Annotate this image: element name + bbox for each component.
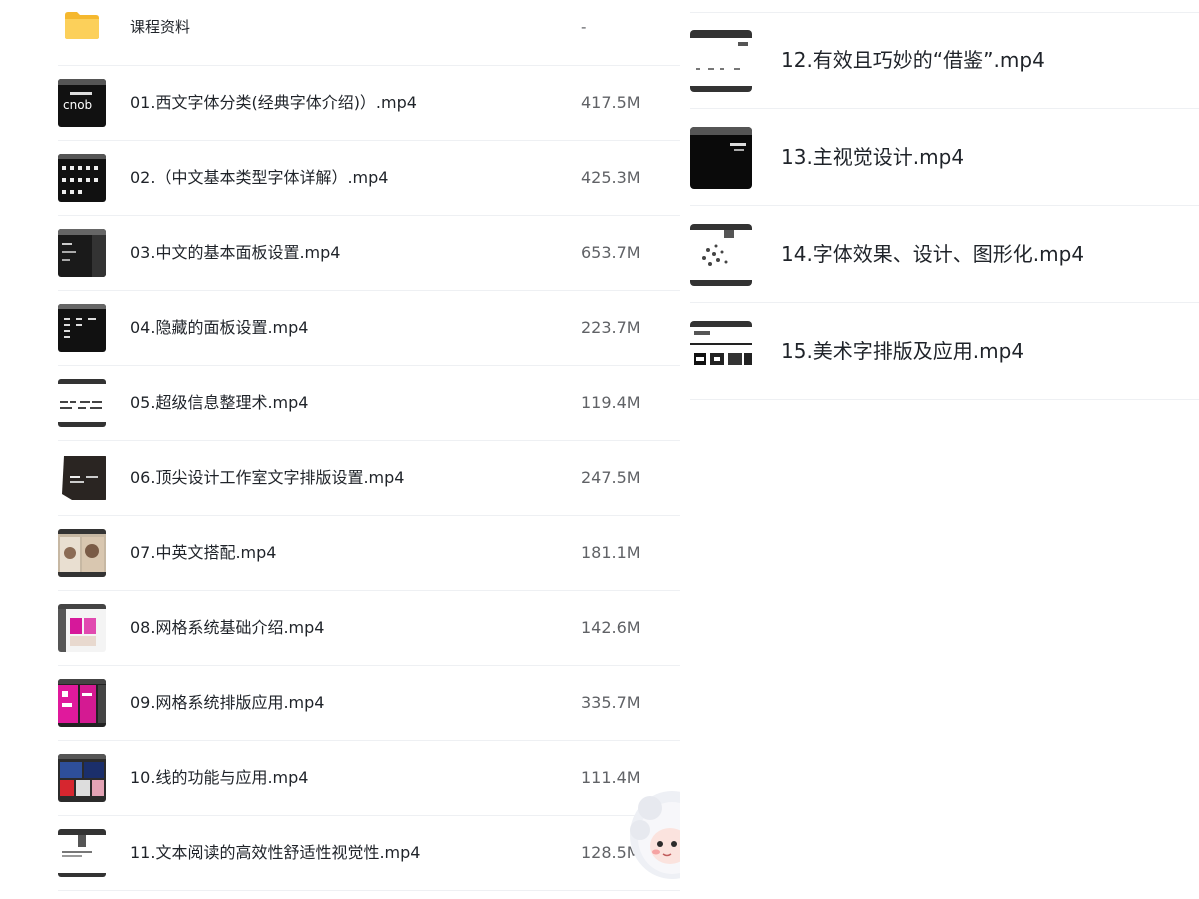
- file-row[interactable]: 05.超级信息整理术.mp4 119.4M: [58, 365, 680, 441]
- file-row[interactable]: cnob 01.西文字体分类(经典字体介绍)）.mp4 417.5M: [58, 65, 680, 141]
- folder-size: -: [581, 18, 587, 36]
- file-size: 247.5M: [581, 468, 641, 487]
- file-name: 11.文本阅读的高效性舒适性视觉性.mp4: [130, 843, 421, 862]
- file-size: 142.6M: [581, 618, 641, 637]
- file-name: 02.（中文基本类型字体详解）.mp4: [130, 168, 389, 187]
- file-size: 335.7M: [581, 693, 641, 712]
- folder-row[interactable]: 课程资料 -: [58, 0, 680, 66]
- file-name: 07.中英文搭配.mp4: [130, 543, 277, 562]
- file-size: 417.5M: [581, 93, 641, 112]
- file-name: 04.隐藏的面板设置.mp4: [130, 318, 309, 337]
- file-name: 13.主视觉设计.mp4: [781, 145, 965, 169]
- file-row[interactable]: 07.中英文搭配.mp4 181.1M: [58, 515, 680, 591]
- file-list-left: 课程资料 - cnob 01.西文字体分类(经典字体介绍)）.mp4 417.5…: [0, 0, 680, 899]
- video-thumbnail-icon: [58, 454, 106, 502]
- video-thumbnail-icon: [58, 304, 106, 352]
- file-row[interactable]: 14.字体效果、设计、图形化.mp4: [690, 206, 1199, 303]
- video-thumbnail-icon: [58, 379, 106, 427]
- file-name: 12.有效且巧妙的“借鉴”.mp4: [781, 48, 1045, 72]
- file-size: 425.3M: [581, 168, 641, 187]
- folder-icon: [65, 12, 99, 39]
- file-row[interactable]: 06.顶尖设计工作室文字排版设置.mp4 247.5M: [58, 440, 680, 516]
- file-row[interactable]: 10.线的功能与应用.mp4 111.4M: [58, 740, 680, 816]
- video-thumbnail-icon: cnob: [58, 79, 106, 127]
- video-thumbnail-icon: [58, 154, 106, 202]
- video-thumbnail-icon: [58, 229, 106, 277]
- file-row[interactable]: 03.中文的基本面板设置.mp4 653.7M: [58, 215, 680, 291]
- video-thumbnail-icon: [58, 754, 106, 802]
- file-row[interactable]: 12.有效且巧妙的“借鉴”.mp4: [690, 12, 1199, 109]
- video-thumbnail-icon: [690, 321, 752, 383]
- file-name: 05.超级信息整理术.mp4: [130, 393, 309, 412]
- file-row[interactable]: 04.隐藏的面板设置.mp4 223.7M: [58, 290, 680, 366]
- file-row[interactable]: 08.网格系统基础介绍.mp4 142.6M: [58, 590, 680, 666]
- file-row[interactable]: 02.（中文基本类型字体详解）.mp4 425.3M: [58, 140, 680, 216]
- file-name: 03.中文的基本面板设置.mp4: [130, 243, 341, 262]
- file-name: 15.美术字排版及应用.mp4: [781, 339, 1025, 363]
- file-row[interactable]: 15.美术字排版及应用.mp4: [690, 303, 1199, 400]
- file-list-right: 12.有效且巧妙的“借鉴”.mp4 13.主视觉设计.mp4 14.字体效果、设…: [690, 0, 1199, 899]
- video-thumbnail-icon: [58, 679, 106, 727]
- file-row[interactable]: 11.文本阅读的高效性舒适性视觉性.mp4 128.5M: [58, 815, 680, 891]
- file-size: 223.7M: [581, 318, 641, 337]
- file-name: 14.字体效果、设计、图形化.mp4: [781, 242, 1085, 266]
- video-thumbnail-icon: [690, 224, 752, 286]
- file-name: 01.西文字体分类(经典字体介绍)）.mp4: [130, 93, 417, 112]
- folder-name: 课程资料: [130, 18, 191, 36]
- video-thumbnail-icon: [58, 829, 106, 877]
- video-thumbnail-icon: [690, 127, 752, 189]
- file-name: 10.线的功能与应用.mp4: [130, 768, 309, 787]
- file-size: 653.7M: [581, 243, 641, 262]
- file-size: 119.4M: [581, 393, 641, 412]
- file-name: 08.网格系统基础介绍.mp4: [130, 618, 325, 637]
- file-name: 09.网格系统排版应用.mp4: [130, 693, 325, 712]
- file-size: 181.1M: [581, 543, 641, 562]
- video-thumbnail-icon: [58, 529, 106, 577]
- assistant-mascot-icon[interactable]: [630, 788, 680, 883]
- file-row[interactable]: 13.主视觉设计.mp4: [690, 109, 1199, 206]
- video-thumbnail-icon: [58, 604, 106, 652]
- video-thumbnail-icon: [690, 30, 752, 92]
- svg-text:cnob: cnob: [63, 98, 92, 112]
- file-row[interactable]: 09.网格系统排版应用.mp4 335.7M: [58, 665, 680, 741]
- file-name: 06.顶尖设计工作室文字排版设置.mp4: [130, 468, 405, 487]
